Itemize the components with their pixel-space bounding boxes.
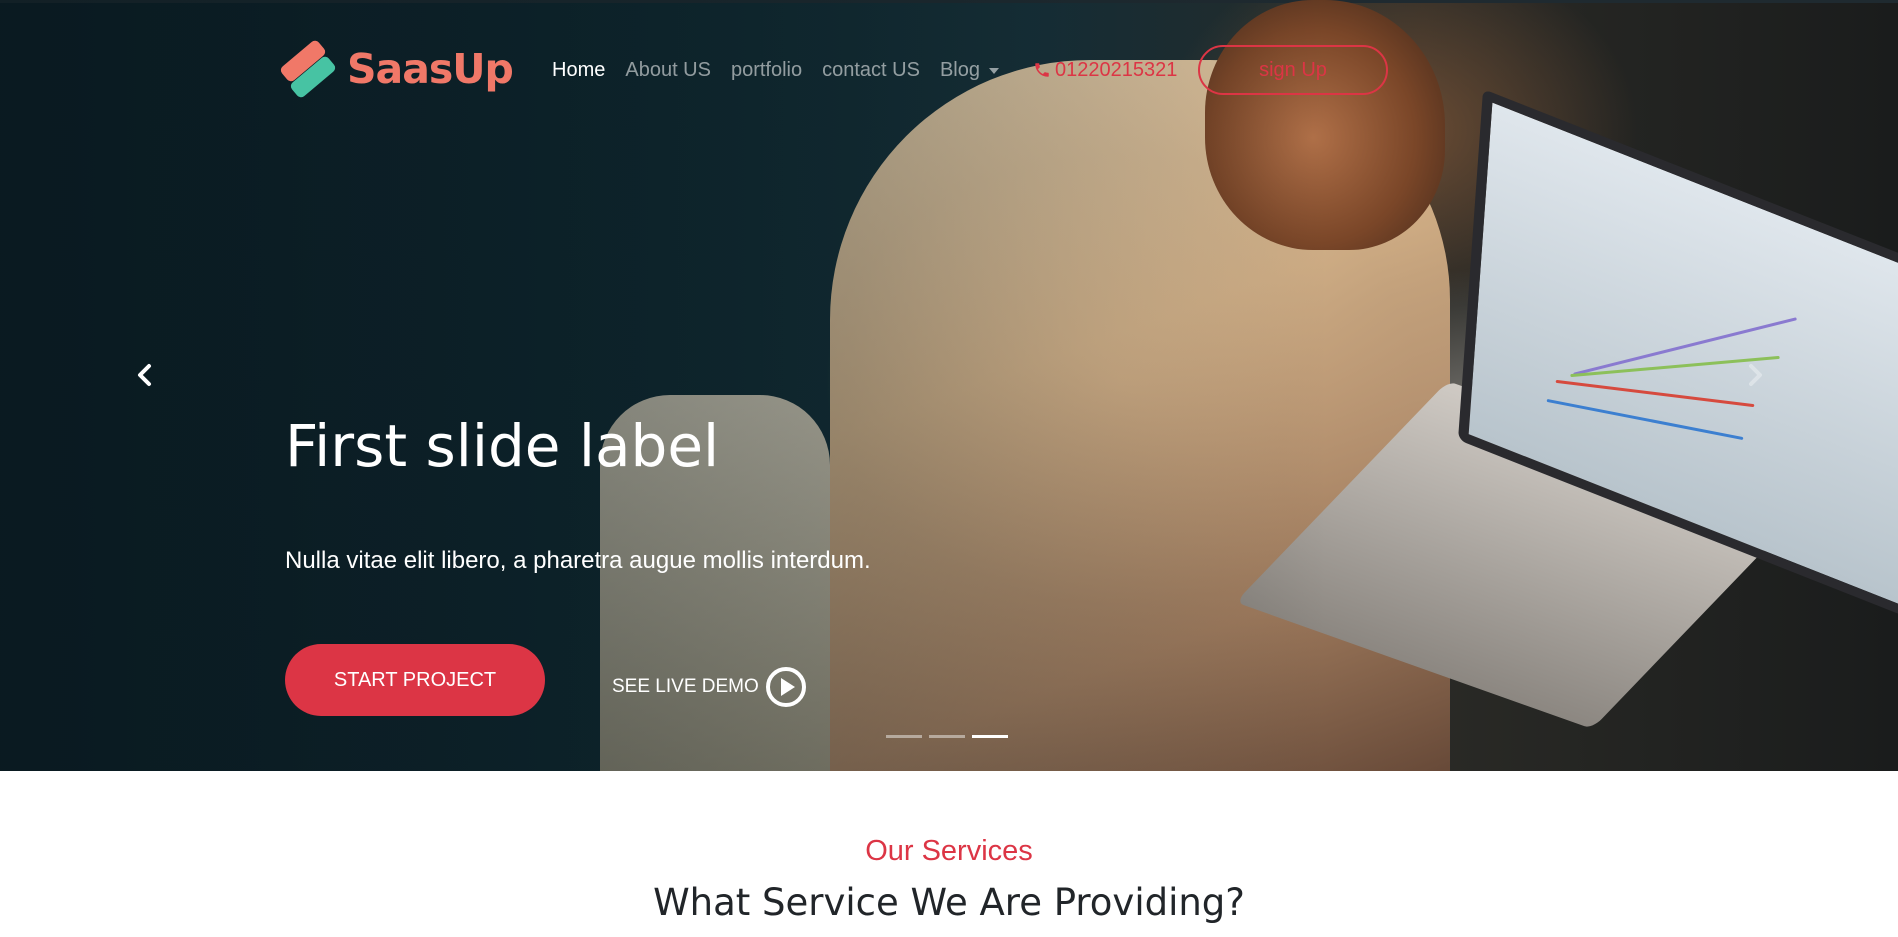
nav-portfolio[interactable]: portfolio xyxy=(731,58,802,82)
carousel-indicator[interactable] xyxy=(929,735,965,738)
carousel-indicators xyxy=(886,735,1015,738)
hero-overlay xyxy=(0,0,1898,771)
chevron-right-icon[interactable] xyxy=(1740,360,1770,390)
nav-blog-label: Blog xyxy=(939,59,980,81)
hero-carousel: SaasUp Home About US portfolio contact U… xyxy=(0,0,1898,771)
nav-blog-dropdown[interactable]: Blog xyxy=(940,58,999,82)
carousel-indicator-active[interactable] xyxy=(972,735,1008,738)
brand-name: SaasUp xyxy=(347,45,514,93)
services-kicker: Our Services xyxy=(865,835,1033,867)
phone-icon xyxy=(1035,63,1049,77)
slide-caption-text: Nulla vitae elit libero, a pharetra augu… xyxy=(285,547,871,574)
live-demo-label: SEE LIVE DEMO xyxy=(612,676,759,697)
play-circle-icon xyxy=(765,667,806,707)
phone-number: 01220215321 xyxy=(1055,59,1178,81)
start-project-button[interactable]: START PROJECT xyxy=(285,644,545,716)
caret-down-icon xyxy=(988,67,999,74)
live-demo-link[interactable]: SEE LIVE DEMO xyxy=(612,666,807,708)
main-nav: Home About US portfolio contact US Blog xyxy=(552,58,1019,82)
signup-button[interactable]: sign Up xyxy=(1198,45,1388,95)
services-title: What Service We Are Providing? xyxy=(653,881,1245,924)
slide-caption-title: First slide label xyxy=(285,412,720,480)
nav-contact[interactable]: contact US xyxy=(822,58,920,82)
carousel-indicator[interactable] xyxy=(886,735,922,738)
logo-mark-icon xyxy=(275,38,339,100)
nav-home[interactable]: Home xyxy=(552,58,605,82)
phone-link[interactable]: 01220215321 xyxy=(1033,58,1177,82)
brand-logo[interactable]: SaasUp xyxy=(275,38,514,100)
chevron-left-icon[interactable] xyxy=(130,360,160,390)
nav-about[interactable]: About US xyxy=(625,58,711,82)
